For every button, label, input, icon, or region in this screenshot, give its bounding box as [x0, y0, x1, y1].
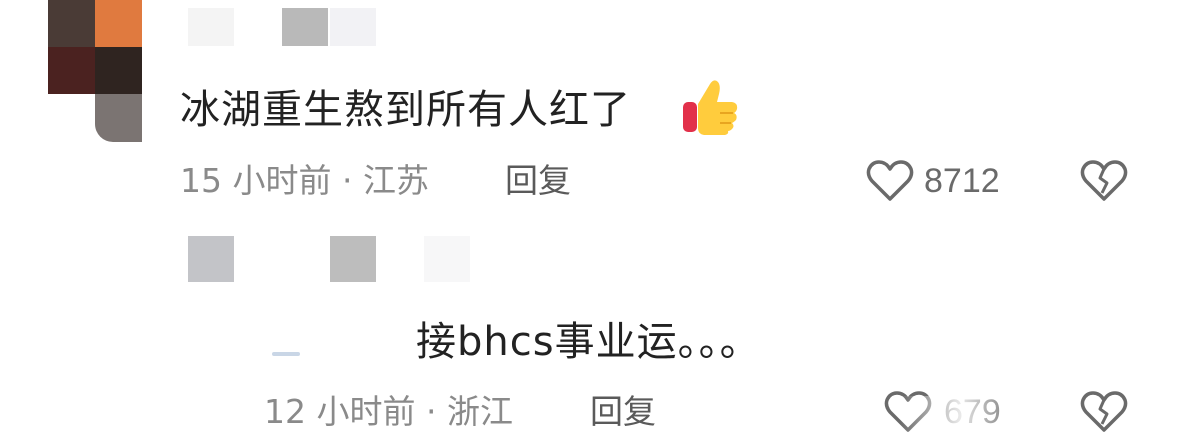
username-redacted: [424, 236, 470, 282]
avatar-tile: [48, 47, 95, 94]
avatar-tile: [95, 94, 142, 142]
avatar-tile: [48, 0, 95, 47]
avatar[interactable]: [48, 0, 142, 142]
username-redacted: [282, 8, 328, 46]
like-count: 8712: [924, 162, 1000, 200]
watermark-fade: [900, 396, 1020, 432]
username-redacted[interactable]: [188, 8, 234, 46]
meta-separator: ·: [341, 161, 353, 200]
username-redacted: [330, 8, 376, 46]
comment-time: 12 小时前: [264, 392, 416, 431]
comment-text[interactable]: 冰湖重生熬到所有人红了: [180, 90, 631, 130]
comment-text[interactable]: 接bhcs事业运。。。: [416, 322, 761, 362]
avatar-tile: [95, 47, 142, 94]
username-redacted[interactable]: [188, 236, 234, 282]
username-redacted: [330, 236, 376, 282]
mention-redacted: [272, 352, 300, 356]
comment-time: 15 小时前: [180, 161, 332, 200]
reply-button[interactable]: 回复: [505, 164, 571, 197]
heart-outline-icon[interactable]: [866, 160, 914, 202]
comment-meta: 12 小时前 · 浙江: [264, 395, 513, 428]
comment-location: 江苏: [362, 161, 429, 200]
broken-heart-icon[interactable]: [1080, 391, 1128, 433]
reply-button[interactable]: 回复: [590, 395, 656, 428]
comment-location: 浙江: [446, 392, 513, 431]
comment-meta: 15 小时前 · 江苏: [180, 164, 429, 197]
broken-heart-icon[interactable]: [1080, 160, 1128, 202]
meta-separator: ·: [425, 392, 437, 431]
thumbs-up-icon: [680, 78, 740, 136]
avatar-tile: [95, 0, 142, 47]
